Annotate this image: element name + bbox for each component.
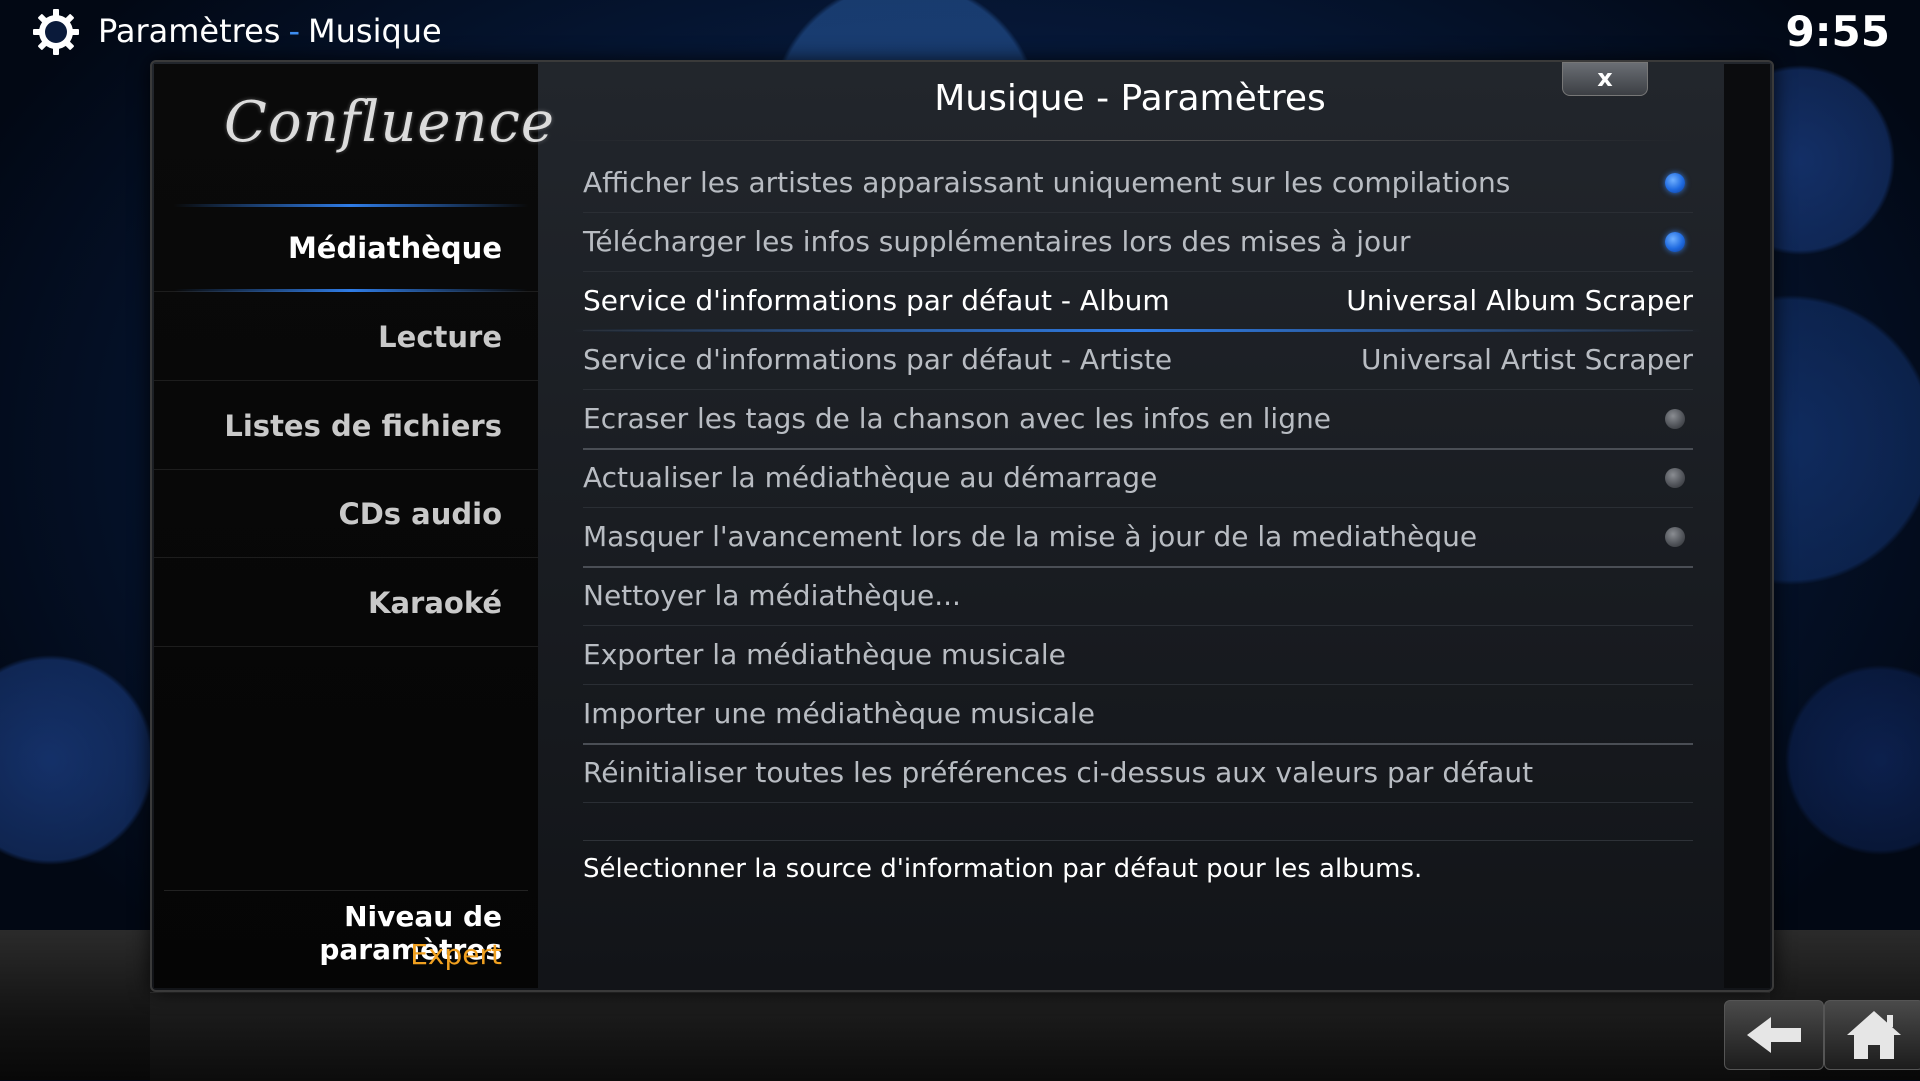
breadcrumb-section: Paramètres [98,12,281,50]
confluence-logo: Confluence [224,90,556,155]
settings-dialog: Confluence Médiathèque Lecture Listes de… [150,60,1774,992]
gear-icon [33,9,79,55]
setting-row-default-album-scraper[interactable]: Service d'informations par défaut - Albu… [573,272,1703,332]
category-mediatheque[interactable]: Médiathèque [154,204,538,292]
setting-label: Réinitialiser toutes les préférences ci-… [583,756,1534,789]
category-karaoke[interactable]: Karaoké [154,559,538,647]
toggle-off-icon[interactable] [1665,409,1685,429]
category-lecture[interactable]: Lecture [154,293,538,381]
setting-row-import-library[interactable]: Importer une médiathèque musicale [583,685,1693,745]
setting-label: Nettoyer la médiathèque... [583,579,961,612]
setting-label: Télécharger les infos supplémentaires lo… [583,225,1411,258]
setting-label: Afficher les artistes apparaissant uniqu… [583,166,1511,199]
toggle-off-icon[interactable] [1665,527,1685,547]
title-divider [568,140,1682,141]
toggle-on-icon[interactable] [1665,173,1685,193]
back-arrow-icon [1747,1017,1801,1053]
setting-label: Service d'informations par défaut - Albu… [583,284,1170,317]
setting-description: Sélectionner la source d'information par… [583,854,1423,884]
category-cds-audio[interactable]: CDs audio [154,470,538,558]
category-listes-de-fichiers[interactable]: Listes de fichiers [154,382,538,470]
setting-label: Ecraser les tags de la chanson avec les … [583,402,1331,435]
setting-row-hide-update-progress[interactable]: Masquer l'avancement lors de la mise à j… [583,508,1693,568]
toggle-on-icon[interactable] [1665,232,1685,252]
category-sidebar: Confluence Médiathèque Lecture Listes de… [154,64,556,988]
breadcrumb: Paramètres - Musique [98,10,442,52]
setting-row-update-on-startup[interactable]: Actualiser la médiathèque au démarrage [583,449,1693,508]
scrollbar-track[interactable] [1724,64,1770,988]
sidebar-divider [164,890,528,891]
footer-panel [150,992,1770,1081]
setting-row-clean-library[interactable]: Nettoyer la médiathèque... [583,567,1693,626]
settings-level-value[interactable]: Expert [154,938,502,971]
setting-row-show-compilation-artists[interactable]: Afficher les artistes apparaissant uniqu… [583,154,1693,213]
setting-value: Universal Album Scraper [1346,284,1693,317]
back-button[interactable] [1724,1000,1824,1070]
setting-label: Importer une médiathèque musicale [583,697,1095,730]
close-button[interactable]: x [1562,62,1648,96]
close-icon: x [1597,64,1613,92]
dialog-title: Musique - Paramètres [934,78,1326,119]
setting-row-default-artist-scraper[interactable]: Service d'informations par défaut - Arti… [583,331,1693,390]
setting-row-download-extra-info[interactable]: Télécharger les infos supplémentaires lo… [583,213,1693,272]
settings-panel: Musique - Paramètres x Afficher les arti… [538,62,1722,988]
home-button[interactable] [1824,1000,1920,1070]
home-icon [1847,1011,1901,1059]
setting-row-reset-defaults[interactable]: Réinitialiser toutes les préférences ci-… [583,744,1693,803]
breadcrumb-separator: - [288,12,300,50]
clock: 9:55 [1785,7,1890,56]
setting-row-export-library[interactable]: Exporter la médiathèque musicale [583,626,1693,685]
toggle-off-icon[interactable] [1665,468,1685,488]
setting-label: Exporter la médiathèque musicale [583,638,1066,671]
setting-label: Masquer l'avancement lors de la mise à j… [583,520,1478,553]
setting-label: Service d'informations par défaut - Arti… [583,343,1173,376]
setting-value: Universal Artist Scraper [1361,343,1693,376]
description-divider [583,840,1693,841]
top-bar: Paramètres - Musique 9:55 [0,0,1920,62]
breadcrumb-subsection: Musique [308,12,442,50]
setting-label: Actualiser la médiathèque au démarrage [583,461,1158,494]
setting-row-override-tags[interactable]: Ecraser les tags de la chanson avec les … [583,390,1693,450]
